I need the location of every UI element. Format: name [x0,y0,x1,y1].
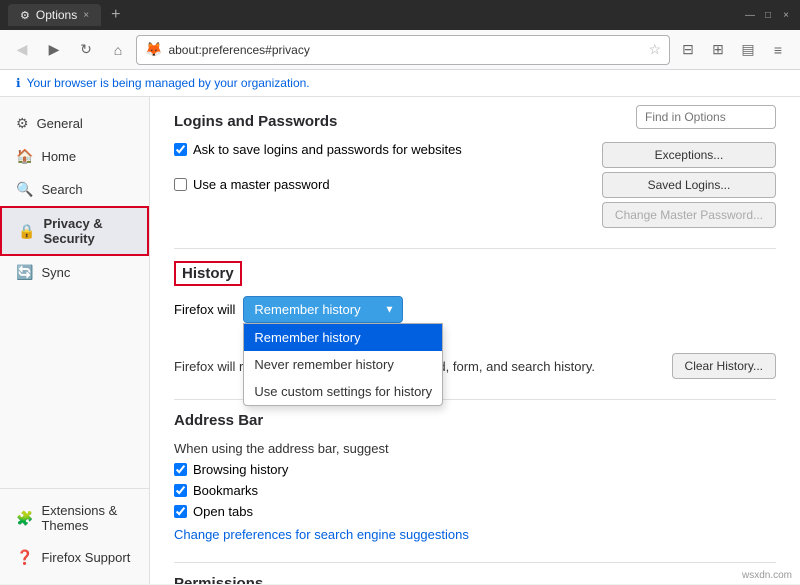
open-tabs-row: Open tabs [174,504,776,519]
info-banner: ℹ Your browser is being managed by your … [0,70,800,97]
sidebar-label-general: General [37,116,83,131]
save-logins-label: Ask to save logins and passwords for web… [193,142,462,157]
close-button[interactable]: × [780,9,792,21]
save-logins-row: Ask to save logins and passwords for web… [174,142,602,157]
back-button[interactable]: ◀ [8,36,36,64]
nav-tools: ⊟ ⊞ ▤ ≡ [674,36,792,64]
history-dropdown-trigger[interactable]: Remember history ▼ [243,296,403,323]
logins-row: Ask to save logins and passwords for web… [174,142,776,228]
sidebar-label-privacy: Privacy & Security [43,216,131,246]
sidebar-label-support: Firefox Support [41,550,130,565]
extensions-icon: 🧩 [16,510,33,527]
support-icon: ❓ [16,549,33,566]
nav-tool-1[interactable]: ⊟ [674,36,702,64]
minimize-button[interactable]: — [744,9,756,21]
dropdown-arrow-icon: ▼ [385,304,395,315]
search-sidebar-icon: 🔍 [16,181,33,198]
sidebar-item-support[interactable]: ❓ Firefox Support [0,541,149,574]
sync-icon: 🔄 [16,264,33,281]
sidebar-label-home: Home [41,149,76,164]
sidebar-label-sync: Sync [41,265,70,280]
address-bar-title: Address Bar [174,412,776,429]
nav-bar: ◀ ▶ ↻ ⌂ 🦊 about:preferences#privacy ☆ ⊟ … [0,30,800,70]
sidebar-top: ⚙ General 🏠 Home 🔍 Search 🔒 Privacy & Se… [0,97,149,488]
tab-gear-icon: ⚙ [20,9,30,22]
logins-left: Ask to save logins and passwords for web… [174,142,602,198]
firefox-will-label: Firefox will [174,302,235,317]
browsing-history-checkbox[interactable] [174,463,187,476]
info-icon: ℹ [16,76,21,90]
dropdown-item-never[interactable]: Never remember history [244,351,442,378]
clear-history-button[interactable]: Clear History... [672,353,776,379]
sidebar-item-search[interactable]: 🔍 Search [0,173,149,206]
logins-buttons: Exceptions... Saved Logins... Change Mas… [602,142,776,228]
divider-1 [174,248,776,249]
sidebar-bottom: 🧩 Extensions & Themes ❓ Firefox Support [0,488,149,584]
master-password-label: Use a master password [193,177,330,192]
master-password-checkbox[interactable] [174,178,187,191]
saved-logins-button[interactable]: Saved Logins... [602,172,776,198]
browsing-history-label: Browsing history [193,462,288,477]
history-section: History Firefox will Remember history ▼ … [174,261,776,379]
master-password-row: Use a master password [174,177,602,192]
watermark: wsxdn.com [742,570,792,581]
address-text: about:preferences#privacy [168,43,642,57]
bookmarks-row: Bookmarks [174,483,776,498]
banner-text: Your browser is being managed by your or… [27,76,310,90]
address-bar-section: Address Bar When using the address bar, … [174,412,776,542]
find-input[interactable] [636,105,776,129]
change-master-button[interactable]: Change Master Password... [602,202,776,228]
tab-close-btn[interactable]: × [83,10,89,21]
sidebar-item-sync[interactable]: 🔄 Sync [0,256,149,289]
save-logins-checkbox[interactable] [174,143,187,156]
history-dropdown-container: Remember history ▼ Remember history Neve… [243,296,403,323]
find-in-options [636,105,776,129]
window-controls: — □ × [744,9,792,21]
maximize-button[interactable]: □ [762,9,774,21]
bookmark-star-icon[interactable]: ☆ [648,41,661,58]
home-icon: 🏠 [16,148,33,165]
open-tabs-checkbox[interactable] [174,505,187,518]
title-bar: ⚙ Options × + — □ × [0,0,800,30]
history-dropdown-menu: Remember history Never remember history … [243,323,443,406]
search-preferences-link[interactable]: Change preferences for search engine sug… [174,527,469,542]
options-tab[interactable]: ⚙ Options × [8,4,101,26]
tab-label: Options [36,8,77,22]
sidebar-item-privacy[interactable]: 🔒 Privacy & Security [0,206,149,256]
history-title: History [174,261,242,286]
firefox-icon: 🦊 [145,41,162,58]
home-button[interactable]: ⌂ [104,36,132,64]
reload-button[interactable]: ↻ [72,36,100,64]
bookmarks-label: Bookmarks [193,483,258,498]
address-bar[interactable]: 🦊 about:preferences#privacy ☆ [136,35,670,65]
dropdown-item-remember[interactable]: Remember history [244,324,442,351]
open-tabs-label: Open tabs [193,504,253,519]
forward-button[interactable]: ▶ [40,36,68,64]
permissions-section: Permissions 📍 Location Settings... [174,575,776,584]
lock-icon: 🔒 [18,223,35,240]
new-tab-button[interactable]: + [105,6,126,24]
sidebar-label-search: Search [41,182,82,197]
suggest-label: When using the address bar, suggest [174,441,776,456]
sidebar: ⚙ General 🏠 Home 🔍 Search 🔒 Privacy & Se… [0,97,150,584]
content-area: Logins and Passwords Ask to save logins … [150,97,800,584]
exceptions-button[interactable]: Exceptions... [602,142,776,168]
dropdown-selected-text: Remember history [254,302,360,317]
divider-3 [174,562,776,563]
sidebar-item-extensions[interactable]: 🧩 Extensions & Themes [0,495,149,541]
permissions-title: Permissions [174,575,776,584]
general-icon: ⚙ [16,115,29,132]
nav-tool-3[interactable]: ▤ [734,36,762,64]
bookmarks-checkbox[interactable] [174,484,187,497]
sidebar-item-home[interactable]: 🏠 Home [0,140,149,173]
sidebar-label-extensions: Extensions & Themes [41,503,133,533]
nav-tool-2[interactable]: ⊞ [704,36,732,64]
dropdown-item-custom[interactable]: Use custom settings for history [244,378,442,405]
firefox-will-row: Firefox will Remember history ▼ Remember… [174,296,776,323]
sidebar-item-general[interactable]: ⚙ General [0,107,149,140]
logins-section: Logins and Passwords Ask to save logins … [174,113,776,228]
main-layout: ⚙ General 🏠 Home 🔍 Search 🔒 Privacy & Se… [0,97,800,584]
browsing-history-row: Browsing history [174,462,776,477]
nav-tool-4[interactable]: ≡ [764,36,792,64]
